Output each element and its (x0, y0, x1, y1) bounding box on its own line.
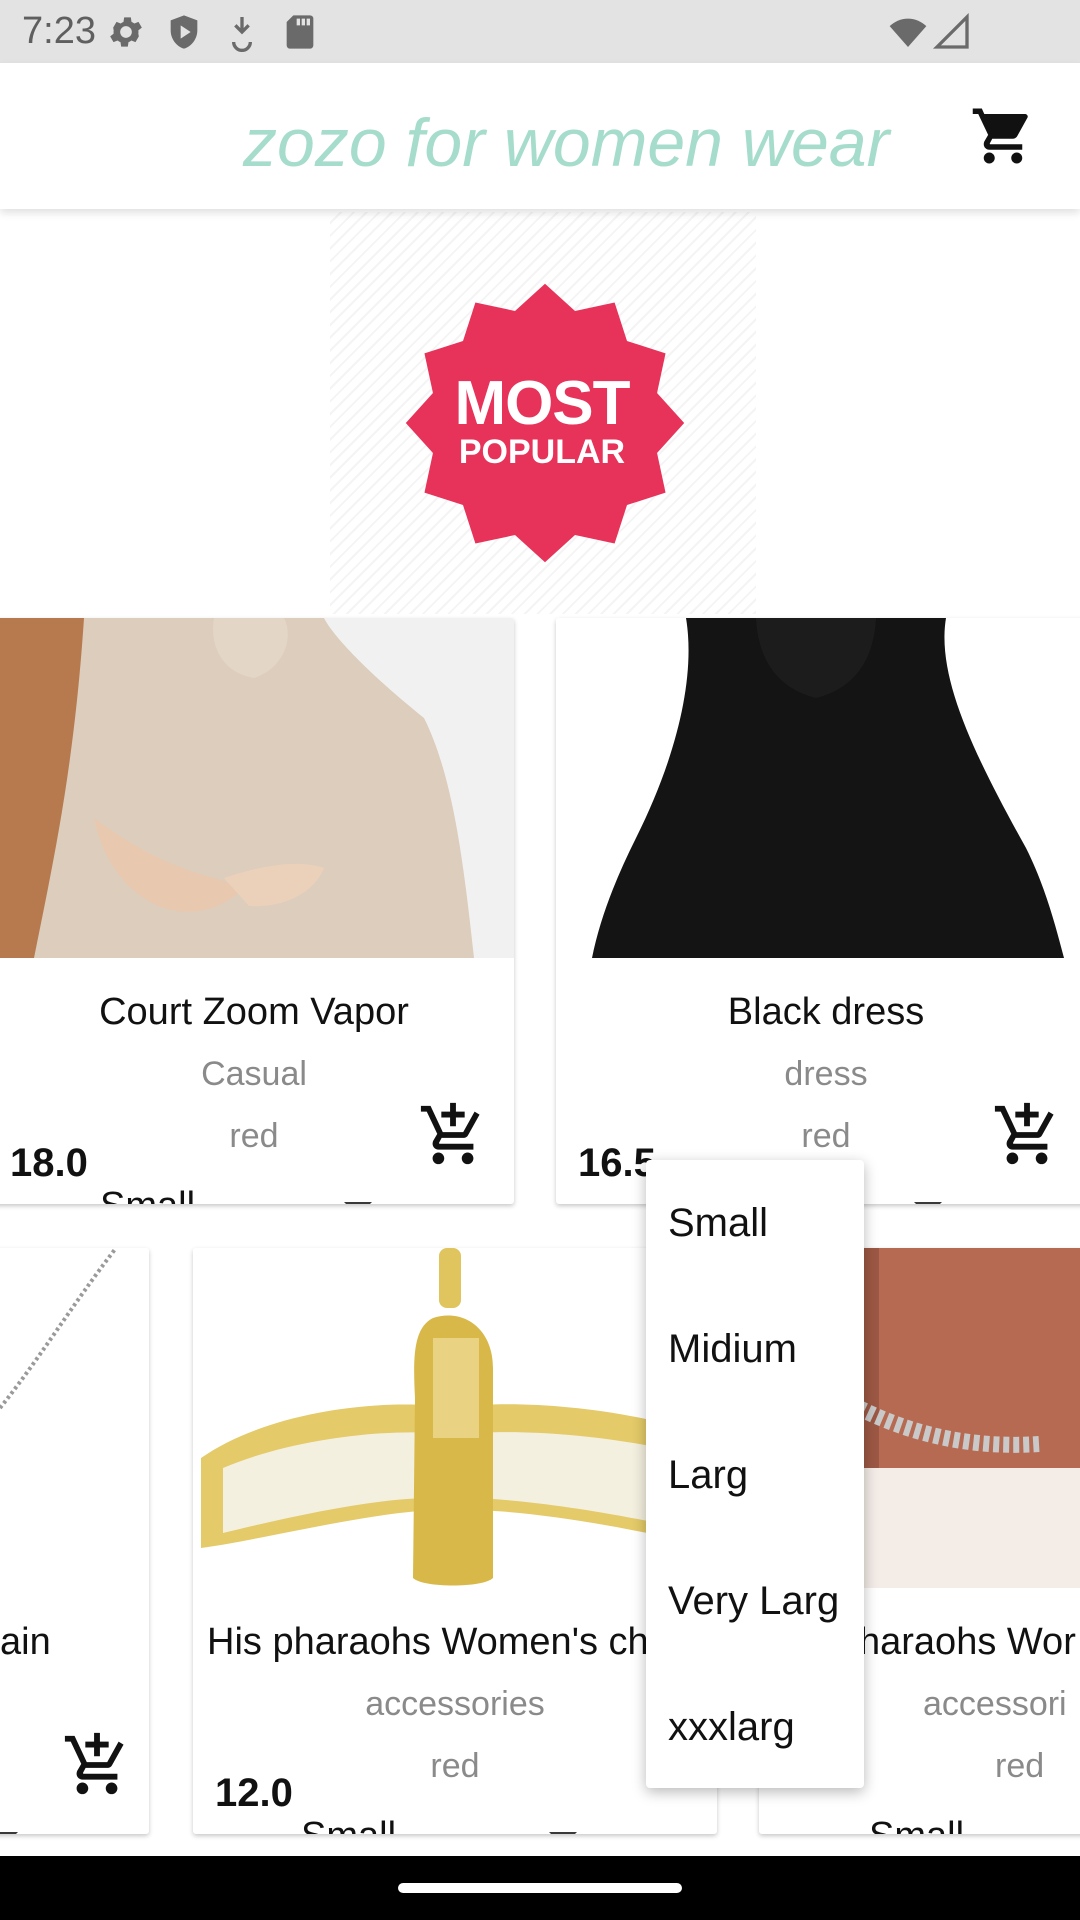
size-dropdown-menu: Small Midium Larg Very Larg xxxlarg (646, 1160, 864, 1788)
status-bar: 7:23 (0, 0, 1080, 63)
product-category: dress (784, 1055, 868, 1093)
product-card-court-zoom-vapor[interactable]: Court Zoom Vapor Casual red 18.0 Small (0, 618, 514, 1204)
app-title: zozo for women wear (243, 105, 890, 181)
product-card-chain[interactable]: ain (0, 1248, 149, 1834)
pharaoh-pendant-photo (193, 1248, 717, 1588)
app-bar: zozo for women wear (0, 63, 1080, 209)
size-select[interactable]: Small (301, 1814, 396, 1834)
add-to-cart-icon[interactable] (62, 1730, 132, 1800)
size-select[interactable]: Small (100, 1184, 195, 1204)
product-price: 18.0 (10, 1141, 88, 1185)
screen: 7:23 zozo for women wear MOST POPULAR Co… (0, 0, 1080, 1920)
dropdown-arrow-icon[interactable] (344, 1202, 372, 1204)
product-image (0, 618, 514, 958)
product-category: accessori (923, 1685, 1067, 1723)
badge-text-popular: POPULAR (458, 433, 626, 471)
product-category: Casual (201, 1055, 307, 1093)
add-to-cart-icon[interactable] (992, 1100, 1062, 1170)
size-option-small[interactable]: Small (646, 1160, 864, 1286)
signal-icon (932, 12, 969, 49)
shield-icon (170, 15, 198, 49)
navigation-bar (0, 1856, 1080, 1920)
product-name: haraohs Wor (859, 1621, 1076, 1663)
dropdown-arrow-icon[interactable] (914, 1202, 942, 1204)
dropdown-arrow-icon[interactable] (549, 1832, 577, 1834)
sd-card-icon (286, 15, 314, 49)
size-option-larg[interactable]: Larg (646, 1412, 864, 1538)
status-time: 7:23 (22, 10, 96, 52)
product-price: 16.5 (578, 1141, 656, 1185)
product-price: 12.0 (215, 1771, 293, 1815)
size-option-xxxlarg[interactable]: xxxlarg (646, 1664, 864, 1790)
cart-icon[interactable] (970, 103, 1036, 169)
product-card-pharaohs-pendant[interactable]: His pharaohs Women's ch accessories red … (193, 1248, 717, 1834)
size-select[interactable]: Small (869, 1814, 964, 1834)
chain-photo (0, 1248, 149, 1588)
add-to-cart-icon[interactable] (418, 1100, 488, 1170)
sweater-photo (0, 618, 514, 958)
product-name: Court Zoom Vapor (99, 991, 409, 1033)
product-color: red (995, 1747, 1045, 1785)
badge-text-most: MOST (454, 369, 630, 438)
black-dress-photo (556, 618, 1080, 958)
gear-icon (110, 17, 142, 47)
home-gesture-handle[interactable] (398, 1883, 682, 1893)
download-icon (232, 17, 252, 52)
product-name: Black dress (727, 991, 925, 1033)
product-image (556, 618, 1080, 958)
product-image (193, 1248, 717, 1588)
product-category: accessories (365, 1685, 545, 1723)
wifi-icon (889, 18, 927, 47)
dropdown-arrow-icon[interactable] (0, 1832, 18, 1834)
product-name: His pharaohs Women's ch (207, 1621, 649, 1663)
product-image (0, 1248, 149, 1588)
size-option-very-larg[interactable]: Very Larg (646, 1538, 864, 1664)
size-option-midium[interactable]: Midium (646, 1286, 864, 1412)
product-card-black-dress[interactable]: Black dress dress red 16.5 (556, 618, 1080, 1204)
product-name: ain (0, 1621, 51, 1663)
